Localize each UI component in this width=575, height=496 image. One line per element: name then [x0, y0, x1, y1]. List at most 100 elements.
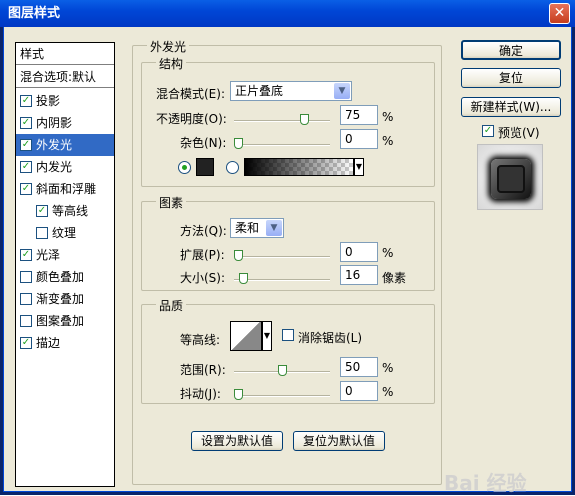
antialias-checkbox[interactable] — [282, 329, 294, 341]
noise-slider-thumb[interactable] — [234, 138, 243, 149]
spread-unit: % — [382, 246, 394, 260]
chevron-down-icon[interactable]: ▼ — [354, 158, 364, 176]
style-preview — [477, 144, 543, 210]
preview-shape — [491, 159, 531, 199]
color-overlay-checkbox[interactable] — [20, 271, 32, 283]
outer-glow-panel: 外发光 结构 混合模式(E): 正片叠底 ▼ 不透明度(O): 75 % 杂色(… — [132, 38, 442, 485]
sidebar-item-color-overlay[interactable]: 颜色叠加 — [16, 266, 114, 288]
pattern-overlay-checkbox[interactable] — [20, 315, 32, 327]
sidebar-item-label: 纹理 — [52, 226, 77, 240]
inner-glow-checkbox[interactable] — [20, 161, 32, 173]
size-unit: 像素 — [382, 271, 407, 285]
spread-input[interactable]: 0 — [340, 242, 378, 262]
style-list-header: 样式 — [16, 43, 114, 65]
sidebar-item-gradient-overlay[interactable]: 渐变叠加 — [16, 288, 114, 310]
gradient-overlay-checkbox[interactable] — [20, 293, 32, 305]
stroke-checkbox[interactable] — [20, 337, 32, 349]
contour-label: 等高线: — [180, 333, 221, 347]
contour-preview[interactable] — [230, 321, 262, 351]
quality-group: 品质 等高线: ▼ 消除锯齿(L) 范围(R): 50 % 抖动(J): 0 % — [141, 297, 435, 404]
contour-checkbox[interactable] — [36, 205, 48, 217]
bevel-emboss-checkbox[interactable] — [20, 183, 32, 195]
dialog-body: 样式 混合选项:默认 投影 内阴影 外发光 内发光 斜面和浮雕 — [3, 27, 572, 495]
sidebar-item-satin[interactable]: 光泽 — [16, 244, 114, 266]
sidebar-item-label: 内发光 — [36, 160, 73, 174]
jitter-slider-track[interactable] — [234, 389, 330, 400]
sidebar-item-label: 颜色叠加 — [36, 270, 85, 284]
jitter-input[interactable]: 0 — [340, 381, 378, 401]
opacity-unit: % — [382, 110, 394, 124]
sidebar-item-label: 光泽 — [36, 248, 61, 262]
sidebar-item-pattern-overlay[interactable]: 图案叠加 — [16, 310, 114, 332]
spread-label: 扩展(P): — [180, 248, 225, 262]
noise-input[interactable]: 0 — [340, 129, 378, 149]
sidebar-item-label: 描边 — [36, 336, 61, 350]
structure-group: 结构 混合模式(E): 正片叠底 ▼ 不透明度(O): 75 % 杂色(N): … — [141, 55, 435, 187]
range-slider-track[interactable] — [234, 365, 330, 376]
blend-mode-value: 正片叠底 — [235, 84, 284, 98]
chevron-down-icon[interactable]: ▼ — [262, 321, 272, 351]
ok-button[interactable]: 确定 — [461, 40, 561, 60]
chevron-down-icon: ▼ — [266, 220, 282, 236]
jitter-slider-thumb[interactable] — [234, 389, 243, 400]
range-label: 范围(R): — [180, 363, 226, 377]
method-select[interactable]: 柔和 ▼ — [230, 218, 284, 238]
blend-mode-label: 混合模式(E): — [156, 87, 225, 101]
reset-button[interactable]: 复位 — [461, 68, 561, 88]
title-bar: 图层样式 ✕ — [0, 0, 575, 27]
preview-checkbox[interactable] — [482, 125, 494, 137]
panel-title: 外发光 — [147, 38, 190, 55]
style-list: 样式 混合选项:默认 投影 内阴影 外发光 内发光 斜面和浮雕 — [15, 42, 115, 487]
blend-mode-select[interactable]: 正片叠底 ▼ — [230, 81, 352, 101]
texture-checkbox[interactable] — [36, 227, 48, 239]
spread-slider-track[interactable] — [234, 250, 330, 261]
sidebar-item-label: 内阴影 — [36, 116, 73, 130]
range-input[interactable]: 50 — [340, 357, 378, 377]
sidebar-item-label: 投影 — [36, 94, 61, 108]
opacity-slider-track[interactable] — [234, 114, 330, 125]
sidebar-item-label: 图案叠加 — [36, 314, 85, 328]
sidebar-item-label: 渐变叠加 — [36, 292, 85, 306]
gradient-picker[interactable] — [244, 158, 354, 176]
reset-default-button[interactable]: 复位为默认值 — [293, 431, 385, 451]
spread-slider-thumb[interactable] — [234, 250, 243, 261]
solid-color-radio[interactable] — [178, 161, 191, 174]
noise-slider-track[interactable] — [234, 138, 330, 149]
close-icon[interactable]: ✕ — [549, 3, 570, 24]
sidebar-item-label: 等高线 — [52, 204, 89, 218]
opacity-slider-thumb[interactable] — [300, 114, 309, 125]
range-slider-thumb[interactable] — [278, 365, 287, 376]
jitter-label: 抖动(J): — [180, 387, 221, 401]
set-default-button[interactable]: 设置为默认值 — [191, 431, 283, 451]
opacity-input[interactable]: 75 — [340, 105, 378, 125]
sidebar-item-stroke[interactable]: 描边 — [16, 332, 114, 354]
size-input[interactable]: 16 — [340, 265, 378, 285]
preview-core — [497, 165, 525, 193]
jitter-unit: % — [382, 385, 394, 399]
sidebar-item-drop-shadow[interactable]: 投影 — [16, 90, 114, 112]
size-slider-thumb[interactable] — [239, 273, 249, 284]
sidebar-item-inner-glow[interactable]: 内发光 — [16, 156, 114, 178]
blend-options-item[interactable]: 混合选项:默认 — [16, 66, 114, 88]
sidebar-item-inner-shadow[interactable]: 内阴影 — [16, 112, 114, 134]
gradient-radio[interactable] — [226, 161, 239, 174]
drop-shadow-checkbox[interactable] — [20, 95, 32, 107]
method-value: 柔和 — [235, 221, 260, 235]
quality-title: 品质 — [156, 297, 187, 314]
outer-glow-checkbox[interactable] — [20, 139, 32, 151]
inner-shadow-checkbox[interactable] — [20, 117, 32, 129]
watermark: Bai 经验 — [444, 471, 527, 495]
satin-checkbox[interactable] — [20, 249, 32, 261]
chevron-down-icon: ▼ — [334, 83, 350, 99]
sidebar-item-bevel-emboss[interactable]: 斜面和浮雕 — [16, 178, 114, 200]
size-slider-track[interactable] — [234, 273, 330, 284]
noise-unit: % — [382, 134, 394, 148]
sidebar-item-outer-glow[interactable]: 外发光 — [16, 134, 114, 156]
preview-label: 预览(V) — [498, 126, 540, 140]
sidebar-item-contour[interactable]: 等高线 — [16, 200, 114, 222]
glow-color-swatch[interactable] — [196, 158, 214, 176]
sidebar-item-texture[interactable]: 纹理 — [16, 222, 114, 244]
layer-style-dialog: 图层样式 ✕ 样式 混合选项:默认 投影 内阴影 外发光 内发光 — [0, 0, 575, 495]
new-style-button[interactable]: 新建样式(W)... — [461, 97, 561, 117]
method-label: 方法(Q): — [180, 224, 227, 238]
